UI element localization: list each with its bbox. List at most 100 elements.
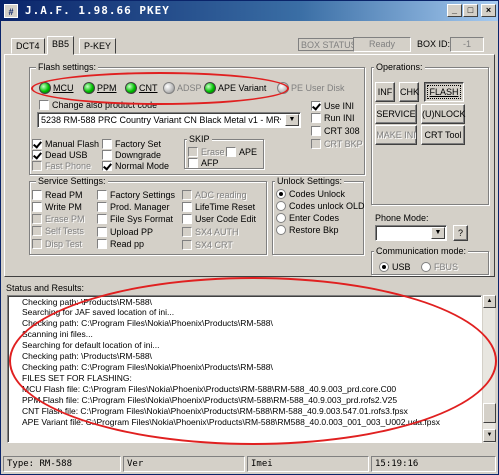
service-button[interactable]: SERVICE bbox=[375, 104, 417, 124]
write-pm-label: Write PM bbox=[45, 202, 82, 212]
flash-button[interactable]: FLASH bbox=[424, 82, 464, 102]
change-product-code-checkbox[interactable]: Change also product code bbox=[39, 99, 157, 111]
skip-ape-label: APE bbox=[239, 147, 258, 157]
checkbox-box bbox=[226, 147, 236, 157]
change-product-code-label: Change also product code bbox=[52, 100, 158, 110]
maximize-button[interactable]: □ bbox=[463, 4, 478, 17]
adc-reading-checkbox[interactable]: ADC reading bbox=[182, 189, 247, 201]
lifetime-reset-label: LifeTime Reset bbox=[195, 202, 256, 212]
scroll-down-icon[interactable]: ▼ bbox=[483, 429, 496, 442]
phone-mode-help-button[interactable]: ? bbox=[453, 225, 468, 241]
read-pm-checkbox[interactable]: Read PM bbox=[32, 189, 83, 201]
prod-manager-checkbox[interactable]: Prod. Manager bbox=[97, 201, 170, 213]
chevron-down-icon[interactable]: ▼ bbox=[431, 227, 445, 239]
dead-usb-label: Dead USB bbox=[45, 150, 88, 160]
checkbox-box bbox=[32, 214, 42, 224]
pe-user-disk-toggle[interactable]: PE User Disk bbox=[277, 81, 345, 95]
skip-ape-checkbox[interactable]: APE bbox=[226, 146, 257, 158]
close-button[interactable]: × bbox=[481, 4, 496, 17]
restore-bkp-radio[interactable]: Restore Bkp bbox=[276, 224, 339, 236]
checkbox-box bbox=[311, 126, 321, 136]
adsp-toggle[interactable]: ADSP bbox=[163, 81, 202, 95]
factory-settings-checkbox[interactable]: Factory Settings bbox=[97, 189, 175, 201]
checkbox-box bbox=[32, 150, 42, 160]
log-scrollbar[interactable]: ▲ ▼ bbox=[482, 295, 496, 443]
usb-radio[interactable]: USB bbox=[379, 261, 411, 273]
use-ini-label: Use INI bbox=[324, 101, 355, 111]
fast-phone-label: Fast Phone bbox=[45, 161, 92, 171]
checkbox-box bbox=[102, 150, 112, 160]
normal-mode-checkbox[interactable]: Normal Mode bbox=[102, 160, 169, 172]
app-icon[interactable]: # bbox=[4, 4, 18, 18]
chk-button[interactable]: CHK bbox=[399, 82, 419, 102]
upload-pp-checkbox[interactable]: Upload PP bbox=[97, 226, 153, 238]
phone-mode-combo[interactable]: ▼ bbox=[375, 225, 447, 241]
log-line: APE Variant file: C:\Program Files\Nokia… bbox=[22, 417, 440, 427]
tab-bb5[interactable]: BB5 bbox=[47, 36, 75, 55]
led-on-icon bbox=[39, 82, 51, 94]
user-code-edit-checkbox[interactable]: User Code Edit bbox=[182, 213, 256, 225]
read-pp-checkbox[interactable]: Read pp bbox=[97, 238, 144, 250]
status-imei: Imei bbox=[247, 456, 369, 472]
upload-pp-label: Upload PP bbox=[110, 227, 154, 237]
make-ini-button[interactable]: MAKE INI bbox=[375, 125, 417, 145]
fbus-radio[interactable]: FBUS bbox=[421, 261, 458, 273]
sx4-crt-checkbox[interactable]: SX4 CRT bbox=[182, 239, 233, 251]
chevron-down-icon[interactable]: ▼ bbox=[285, 114, 299, 126]
communication-mode-legend: Communication mode: bbox=[374, 246, 469, 256]
tab-dct4[interactable]: DCT4 bbox=[11, 38, 45, 54]
title-bar[interactable]: # J.A.F. 1.98.66 PKEY _ □ × bbox=[1, 1, 498, 21]
checkbox-box bbox=[311, 101, 321, 111]
unlock-settings-legend: Unlock Settings: bbox=[275, 176, 345, 186]
crt-bkp-checkbox[interactable]: CRT BKP bbox=[311, 138, 363, 150]
factory-set-label: Factory Set bbox=[115, 139, 162, 149]
self-tests-checkbox[interactable]: Self Tests bbox=[32, 225, 84, 237]
log-line: Searching for JAF saved location of ini.… bbox=[22, 307, 175, 317]
erase-pm-checkbox[interactable]: Erase PM bbox=[32, 213, 85, 225]
radio-dot bbox=[276, 201, 286, 211]
unlock-button[interactable]: (U)NLOCK bbox=[421, 104, 466, 124]
run-ini-label: Run INI bbox=[324, 113, 355, 123]
status-results-legend: Status and Results: bbox=[6, 283, 85, 293]
skip-erase-label: Erase bbox=[201, 147, 225, 157]
use-ini-checkbox[interactable]: Use INI bbox=[311, 100, 354, 112]
disp-test-checkbox[interactable]: Disp Test bbox=[32, 238, 82, 250]
codes-unlock-old-radio[interactable]: Codes unlock OLD bbox=[276, 200, 365, 212]
checkbox-box bbox=[97, 202, 107, 212]
read-pp-label: Read pp bbox=[110, 239, 145, 249]
write-pm-checkbox[interactable]: Write PM bbox=[32, 201, 82, 213]
mcu-toggle[interactable]: MCU bbox=[39, 81, 74, 95]
fast-phone-checkbox[interactable]: Fast Phone bbox=[32, 160, 91, 172]
radio-dot bbox=[276, 189, 286, 199]
codes-unlock-label: Codes Unlock bbox=[289, 189, 346, 199]
sx4-auth-checkbox[interactable]: SX4 AUTH bbox=[182, 226, 239, 238]
crt-308-checkbox[interactable]: CRT 308 bbox=[311, 125, 360, 137]
product-code-combo[interactable]: 5238 RM-588 PRC Country Variant CN Black… bbox=[37, 112, 301, 128]
skip-afp-checkbox[interactable]: AFP bbox=[188, 157, 219, 169]
cnt-toggle[interactable]: CNT bbox=[125, 81, 158, 95]
cnt-label: CNT bbox=[139, 83, 158, 93]
minimize-button[interactable]: _ bbox=[447, 4, 462, 17]
checkbox-box bbox=[182, 190, 192, 200]
tab-p-key[interactable]: P-KEY bbox=[79, 38, 117, 54]
inf-button[interactable]: INF bbox=[375, 82, 395, 102]
checkbox-box bbox=[97, 227, 107, 237]
adc-reading-label: ADC reading bbox=[195, 190, 247, 200]
run-ini-checkbox[interactable]: Run INI bbox=[311, 112, 355, 124]
ape-variant-toggle[interactable]: APE Variant bbox=[204, 81, 266, 95]
lifetime-reset-checkbox[interactable]: LifeTime Reset bbox=[182, 201, 255, 213]
codes-unlock-radio[interactable]: Codes Unlock bbox=[276, 188, 345, 200]
status-type: Type: RM-588 bbox=[3, 456, 121, 472]
checkbox-box bbox=[32, 139, 42, 149]
log-line: Checking path: \Products\RM-588\ bbox=[22, 351, 152, 361]
scroll-up-icon[interactable]: ▲ bbox=[483, 295, 496, 308]
scroll-thumb[interactable] bbox=[483, 403, 496, 423]
file-sys-format-checkbox[interactable]: File Sys Format bbox=[97, 213, 173, 225]
checkbox-box bbox=[32, 226, 42, 236]
led-off-icon bbox=[277, 82, 289, 94]
ppm-toggle[interactable]: PPM bbox=[83, 81, 117, 95]
crt-tool-button[interactable]: CRT Tool bbox=[421, 125, 465, 145]
enter-codes-radio[interactable]: Enter Codes bbox=[276, 212, 339, 224]
status-log[interactable]: Checking path: \Products\RM-588\ Searchi… bbox=[7, 295, 482, 443]
adsp-label: ADSP bbox=[177, 83, 202, 93]
